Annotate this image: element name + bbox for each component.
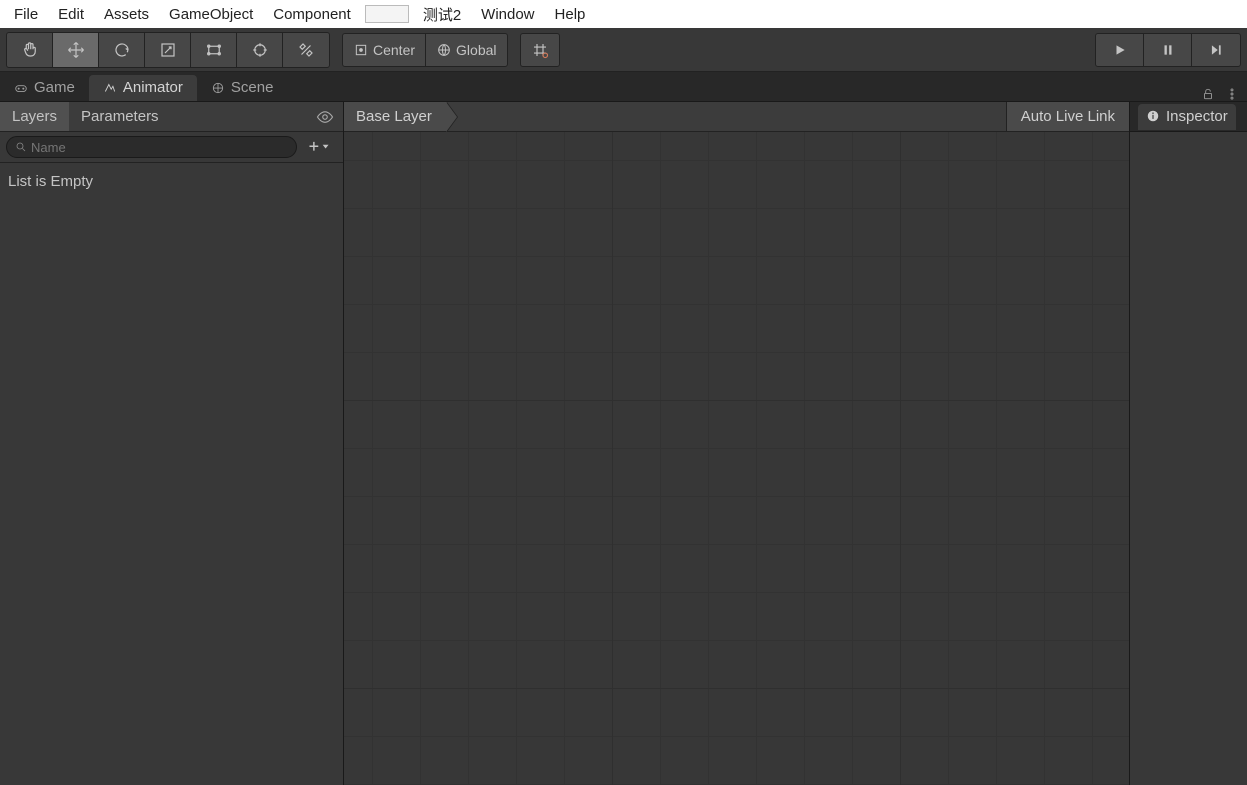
inspector-tab-row: Inspector	[1130, 102, 1247, 132]
scale-tool[interactable]	[145, 33, 191, 67]
scale-icon	[159, 41, 177, 59]
visibility-toggle[interactable]	[307, 102, 343, 131]
tab-game[interactable]: Game	[0, 75, 89, 101]
pivot-label: Center	[373, 42, 415, 58]
auto-live-link-button[interactable]: Auto Live Link	[1006, 102, 1129, 131]
handle-label: Global	[456, 42, 496, 58]
menu-custom[interactable]: 测试2	[413, 2, 471, 27]
step-button[interactable]	[1192, 34, 1240, 66]
toolbar-right	[1095, 33, 1241, 67]
handle-rotation-button[interactable]: Global	[426, 34, 506, 66]
parameter-search[interactable]	[6, 136, 297, 158]
animator-icon	[103, 81, 117, 95]
inspector-label: Inspector	[1166, 108, 1228, 125]
custom-tool[interactable]	[283, 33, 329, 67]
transform-tool[interactable]	[237, 33, 283, 67]
add-parameter-button[interactable]	[301, 136, 337, 158]
search-icon	[15, 141, 27, 153]
tab-game-label: Game	[34, 79, 75, 96]
tab-animator[interactable]: Animator	[89, 75, 197, 101]
transform-tools	[6, 32, 330, 68]
move-tool[interactable]	[53, 33, 99, 67]
menu-file[interactable]: File	[4, 4, 48, 25]
menu-component[interactable]: Component	[263, 4, 361, 25]
play-button[interactable]	[1096, 34, 1144, 66]
rect-icon	[205, 41, 223, 59]
tab-scene-label: Scene	[231, 79, 274, 96]
subtab-parameters[interactable]: Parameters	[69, 102, 171, 131]
rect-tool[interactable]	[191, 33, 237, 67]
transform-icon	[251, 41, 269, 59]
inspector-body	[1130, 132, 1247, 785]
game-icon	[14, 81, 28, 95]
grid-icon	[531, 41, 549, 59]
center-icon	[353, 42, 369, 58]
menu-edit[interactable]: Edit	[48, 4, 94, 25]
subtab-layers[interactable]: Layers	[0, 102, 69, 131]
window-tabs: Game Animator Scene	[0, 72, 1247, 102]
animator-graph-canvas[interactable]	[344, 132, 1129, 785]
move-icon	[67, 41, 85, 59]
plus-dropdown-icon	[308, 139, 330, 155]
hand-tool[interactable]	[7, 33, 53, 67]
global-icon	[436, 42, 452, 58]
pivot-handle-group: Center Global	[342, 33, 508, 67]
grid-snap-button[interactable]	[520, 33, 560, 67]
parameter-toolbar	[0, 132, 343, 162]
inspector-panel: Inspector	[1129, 102, 1247, 785]
pause-button[interactable]	[1144, 34, 1192, 66]
menu-help[interactable]: Help	[545, 4, 596, 25]
rotate-icon	[113, 41, 131, 59]
tab-scene[interactable]: Scene	[197, 75, 288, 101]
pause-icon	[1161, 43, 1175, 57]
main-area: Layers Parameters List is Empty Base Lay…	[0, 102, 1247, 785]
left-subtabs: Layers Parameters	[0, 102, 343, 132]
step-icon	[1209, 43, 1223, 57]
animator-graph-panel: Base Layer Auto Live Link	[344, 102, 1129, 785]
tab-inspector[interactable]: Inspector	[1138, 104, 1236, 130]
pivot-mode-button[interactable]: Center	[343, 34, 426, 66]
menu-assets[interactable]: Assets	[94, 4, 159, 25]
scene-icon	[211, 81, 225, 95]
eye-icon	[316, 108, 334, 126]
tools-icon	[297, 41, 315, 59]
lock-icon[interactable]	[1201, 87, 1215, 101]
menu-bar: File Edit Assets GameObject Component 测试…	[0, 0, 1247, 28]
animator-left-panel: Layers Parameters List is Empty	[0, 102, 344, 785]
breadcrumb-row: Base Layer Auto Live Link	[344, 102, 1129, 132]
parameter-list-empty: List is Empty	[0, 162, 343, 200]
toolbar: Center Global	[0, 28, 1247, 72]
hand-icon	[21, 41, 39, 59]
search-input[interactable]	[31, 140, 288, 155]
rotate-tool[interactable]	[99, 33, 145, 67]
tab-row-actions	[1201, 87, 1247, 101]
menu-gameobject[interactable]: GameObject	[159, 4, 263, 25]
kebab-icon[interactable]	[1225, 87, 1239, 101]
playback-controls	[1095, 33, 1241, 67]
info-icon	[1146, 109, 1160, 123]
tab-animator-label: Animator	[123, 79, 183, 96]
breadcrumb-base-layer[interactable]: Base Layer	[344, 102, 446, 131]
menu-window[interactable]: Window	[471, 4, 544, 25]
play-icon	[1113, 43, 1127, 57]
menu-spacer	[365, 5, 409, 23]
